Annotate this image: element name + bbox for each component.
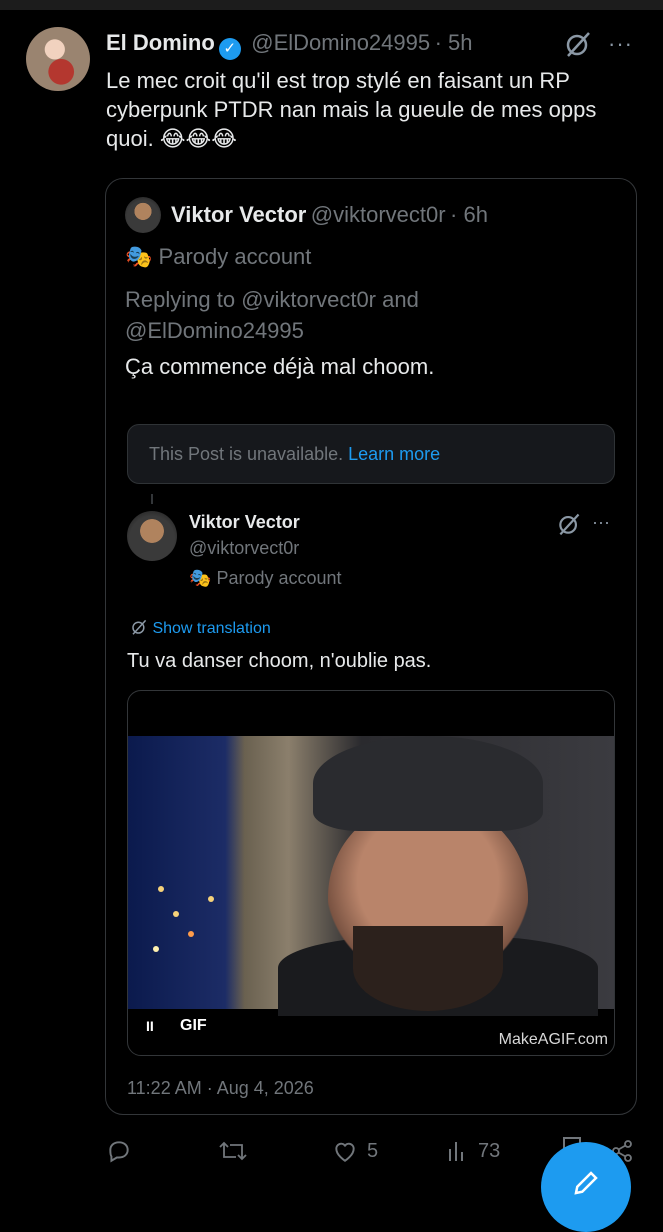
views-button[interactable]: 73 [446,1138,500,1164]
nested-handle: @viktorvect0r [189,538,300,558]
quote-handle: @viktorvect0r [310,202,446,227]
gif-media[interactable]: II GIF MakeAGIF.com [127,690,615,1056]
quote-time: · 6h [450,202,488,227]
quote-text: Ça commence déjà mal choom. [125,354,435,379]
replying-to: Replying to @viktorvect0r and @ElDomino2… [125,284,525,346]
replying-handle-1: @viktorvect0r [241,287,377,312]
parody-text: Parody account [158,244,312,269]
display-name[interactable]: El Domino [106,30,215,55]
timestamp[interactable]: · 5h [435,30,473,55]
repost-icon [219,1141,247,1161]
status-bar [0,0,663,10]
unavailable-text: This Post is unavailable. [149,444,344,464]
compose-button[interactable] [541,1142,631,1232]
nested-text: Tu va danser choom, n'oublie pas. [127,650,432,672]
thread-line [151,494,153,504]
show-translation[interactable]: Show translation [130,618,271,638]
grok-icon[interactable] [556,511,582,537]
nested-display-name: Viktor Vector [189,512,300,532]
tweet-text: Le mec croit qu'il est trop stylé en fai… [106,68,597,151]
main-tweet-header: El Domino ✓ @ElDomino24995 · 5h [106,30,473,60]
grok-icon[interactable] [563,29,593,59]
quote-avatar [125,197,161,233]
parody-label: 🎭 Parody account [125,244,311,270]
like-count: 5 [367,1139,379,1162]
verified-badge-icon: ✓ [218,38,241,60]
replying-prefix: Replying to [125,287,236,312]
more-icon[interactable]: ··· [608,31,633,57]
nested-parody-text: Parody account [216,568,342,588]
translate-icon [132,619,147,635]
tweet-timestamp[interactable]: 11:22 AM · Aug 4, 2026 [127,1078,314,1099]
nested-parody-label: 🎭 Parody account [189,568,342,589]
views-icon [449,1142,463,1161]
parody-mask-icon: 🎭 [125,244,153,269]
view-count: 73 [478,1139,501,1162]
pause-icon[interactable]: II [146,1018,154,1034]
watermark: MakeAGIF.com [498,1031,608,1048]
show-translation-label[interactable]: Show translation [152,620,270,637]
repost-button[interactable] [218,1138,248,1164]
parody-mask-icon: 🎭 [189,568,212,588]
replying-and: and [382,287,419,312]
reply-icon [109,1141,129,1163]
quote-header: Viktor Vector @viktorvect0r · 6h [171,202,488,228]
gif-label: GIF [180,1017,207,1034]
more-icon[interactable]: ··· [592,512,610,533]
quote-display-name: Viktor Vector [171,202,307,227]
nested-avatar [127,511,177,561]
unavailable-post-notice: This Post is unavailable. Learn more [127,424,615,484]
learn-more-link[interactable]: Learn more [348,444,440,464]
replying-handle-2: @ElDomino24995 [125,318,304,343]
reply-button[interactable] [106,1138,132,1164]
like-button[interactable]: 5 [331,1138,378,1164]
user-handle[interactable]: @ElDomino24995 [251,30,430,55]
avatar[interactable] [26,27,90,91]
gif-image [128,736,614,1016]
compose-icon [574,1171,598,1195]
like-icon [335,1142,355,1162]
